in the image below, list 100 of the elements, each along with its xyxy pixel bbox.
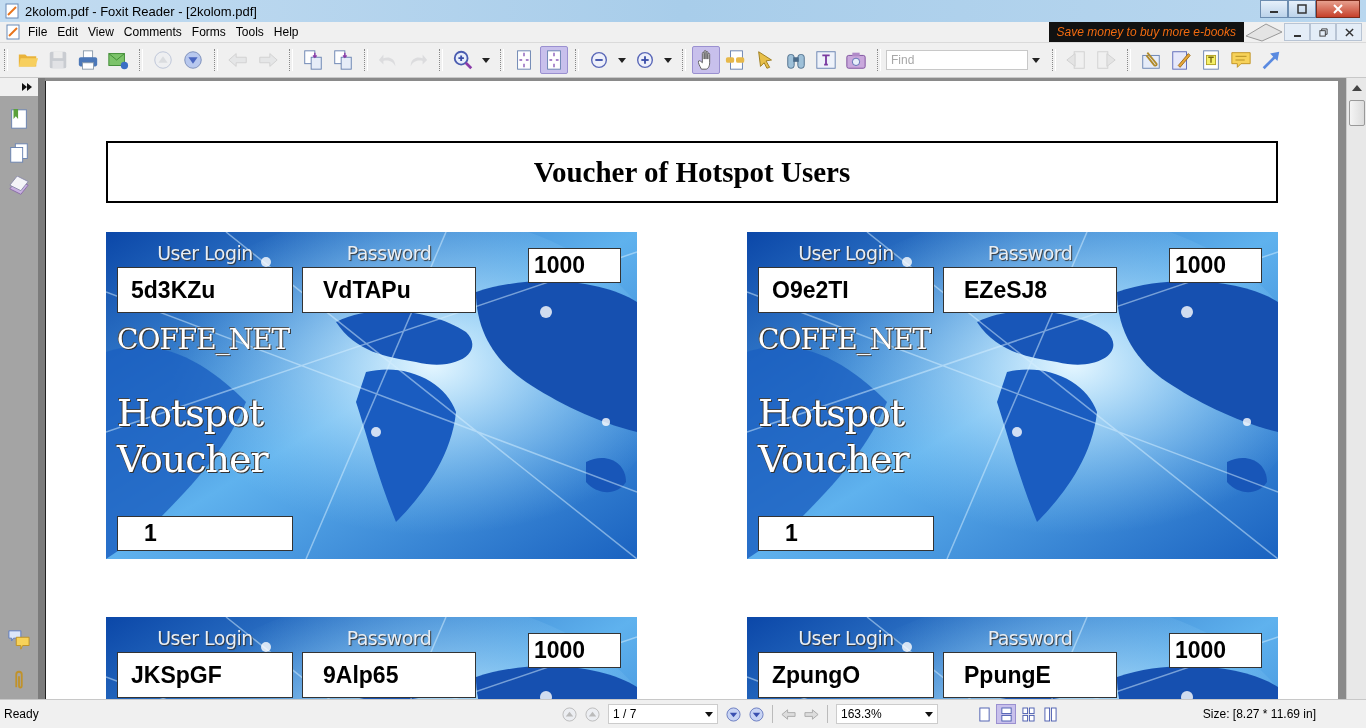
back-arrow-icon[interactable] [781,706,796,722]
document-heading: Voucher of Hotspot Users [533,155,851,189]
voucher-title: Voucher [117,436,270,482]
zoom-field[interactable]: 163.3% [836,704,938,724]
status-text: Ready [4,707,40,721]
page-number-field[interactable]: 1 / 7 [608,704,718,724]
forward-arrow-icon[interactable] [804,706,819,722]
page-layout-icon [1021,706,1035,722]
pencil-note-icon [1170,49,1192,71]
page-layout-icon [1043,706,1057,722]
down-circle-icon [182,49,204,71]
pages-icon[interactable] [8,142,30,164]
caret-icon [925,710,933,718]
maximize-icon [1297,4,1307,14]
password-label: Password [987,627,1073,651]
login-label: User Login [798,242,894,266]
comments-icon[interactable] [8,629,30,651]
restore-icon [1318,27,1328,37]
document-icon [5,24,21,40]
caret-icon [618,56,626,64]
close-icon [1344,27,1354,37]
comment-icon [1230,49,1252,71]
menu-item[interactable]: Tools [232,25,271,39]
close-button[interactable] [1316,0,1360,18]
password-label: Password [987,242,1073,266]
login-label: User Login [798,627,894,651]
caret-icon [482,56,490,64]
login-value: JKSpGF [131,661,222,689]
minimize-icon [1293,34,1301,37]
vertical-scrollbar[interactable] [1346,78,1366,699]
minimize-icon [1270,10,1278,13]
login-label: User Login [157,627,253,651]
page-layout-icon [977,706,991,722]
minus-circle-icon [588,49,610,71]
page-size-text: Size: [8.27 * 11.69 in] [1202,707,1316,721]
menu-item[interactable]: Forms [188,25,233,39]
menu-item[interactable]: File [25,25,55,39]
page-extract-icon [302,49,324,71]
login-value: O9e2TI [772,276,849,304]
first-page-icon[interactable] [562,706,577,722]
voucher-title: Voucher [758,436,911,482]
password-value: 9Alp65 [323,661,399,689]
login-label: User Login [157,242,253,266]
voucher-title: Hotspot [758,390,906,436]
zoom-icon [452,49,474,71]
voucher-number: 1 [144,520,157,547]
bookmark-icon[interactable] [8,108,30,130]
printer-icon [77,49,99,71]
password-value: VdTAPu [323,276,411,304]
menu-item[interactable]: View [85,25,121,39]
minimize-button[interactable] [1284,23,1310,41]
page-prev-icon [1065,49,1087,71]
text-frame-icon [815,49,837,71]
arrow-up-right-icon [1260,49,1282,71]
up-circle-icon [152,49,174,71]
page-next-icon [1095,49,1117,71]
menu-item[interactable]: Edit [54,25,86,39]
close-icon [1333,4,1343,14]
previous-page-icon[interactable] [585,706,600,722]
ad-banner[interactable]: Save money to buy more e-books [1048,22,1244,42]
glasses-icon [725,49,747,71]
brand-name: COFFE_NET [758,323,932,356]
caret-icon[interactable] [1032,56,1040,64]
price-value: 1000 [1175,252,1227,279]
scroll-up-icon[interactable] [1352,84,1362,92]
menu-item[interactable]: Comments [120,25,189,39]
login-value: 5d3KZu [131,276,216,304]
toolbar-button[interactable] [540,46,568,74]
scrollbar-thumb[interactable] [1349,100,1365,126]
price-value: 1000 [1175,637,1227,664]
page-layout-icon [999,706,1013,722]
toolbar-button[interactable] [692,46,720,74]
floppy-icon [47,49,69,71]
page-number: 1 / 7 [613,707,637,721]
double-arrow-icon [22,83,32,91]
next-page-icon[interactable] [726,706,741,722]
password-value: PpungE [964,661,1051,689]
voucher-title: Hotspot [117,390,265,436]
menu-item[interactable]: Help [270,25,306,39]
password-value: EZeSJ8 [964,276,1048,304]
password-label: Password [346,627,432,651]
minimize-button[interactable] [1260,0,1288,18]
close-button[interactable] [1336,23,1362,41]
expand-button[interactable] [0,78,38,96]
ad-text[interactable]: Save money to buy more e-books [1056,25,1236,39]
layers-icon[interactable] [8,176,30,198]
plus-circle-icon [634,49,656,71]
maximize-button[interactable] [1288,0,1316,18]
view-mode-button[interactable] [996,704,1016,724]
text-note-icon [1200,49,1222,71]
login-value: ZpungO [772,661,861,689]
password-label: Password [346,242,432,266]
last-page-icon[interactable] [749,706,764,722]
window-title: 2kolom.pdf - Foxit Reader - [2kolom.pdf] [25,3,257,19]
voucher-number: 1 [785,520,798,547]
price-value: 1000 [534,637,586,664]
find-field[interactable]: Find [886,50,1028,70]
caret-icon [705,710,713,718]
caret-icon [664,56,672,64]
restore-button[interactable] [1310,23,1336,41]
